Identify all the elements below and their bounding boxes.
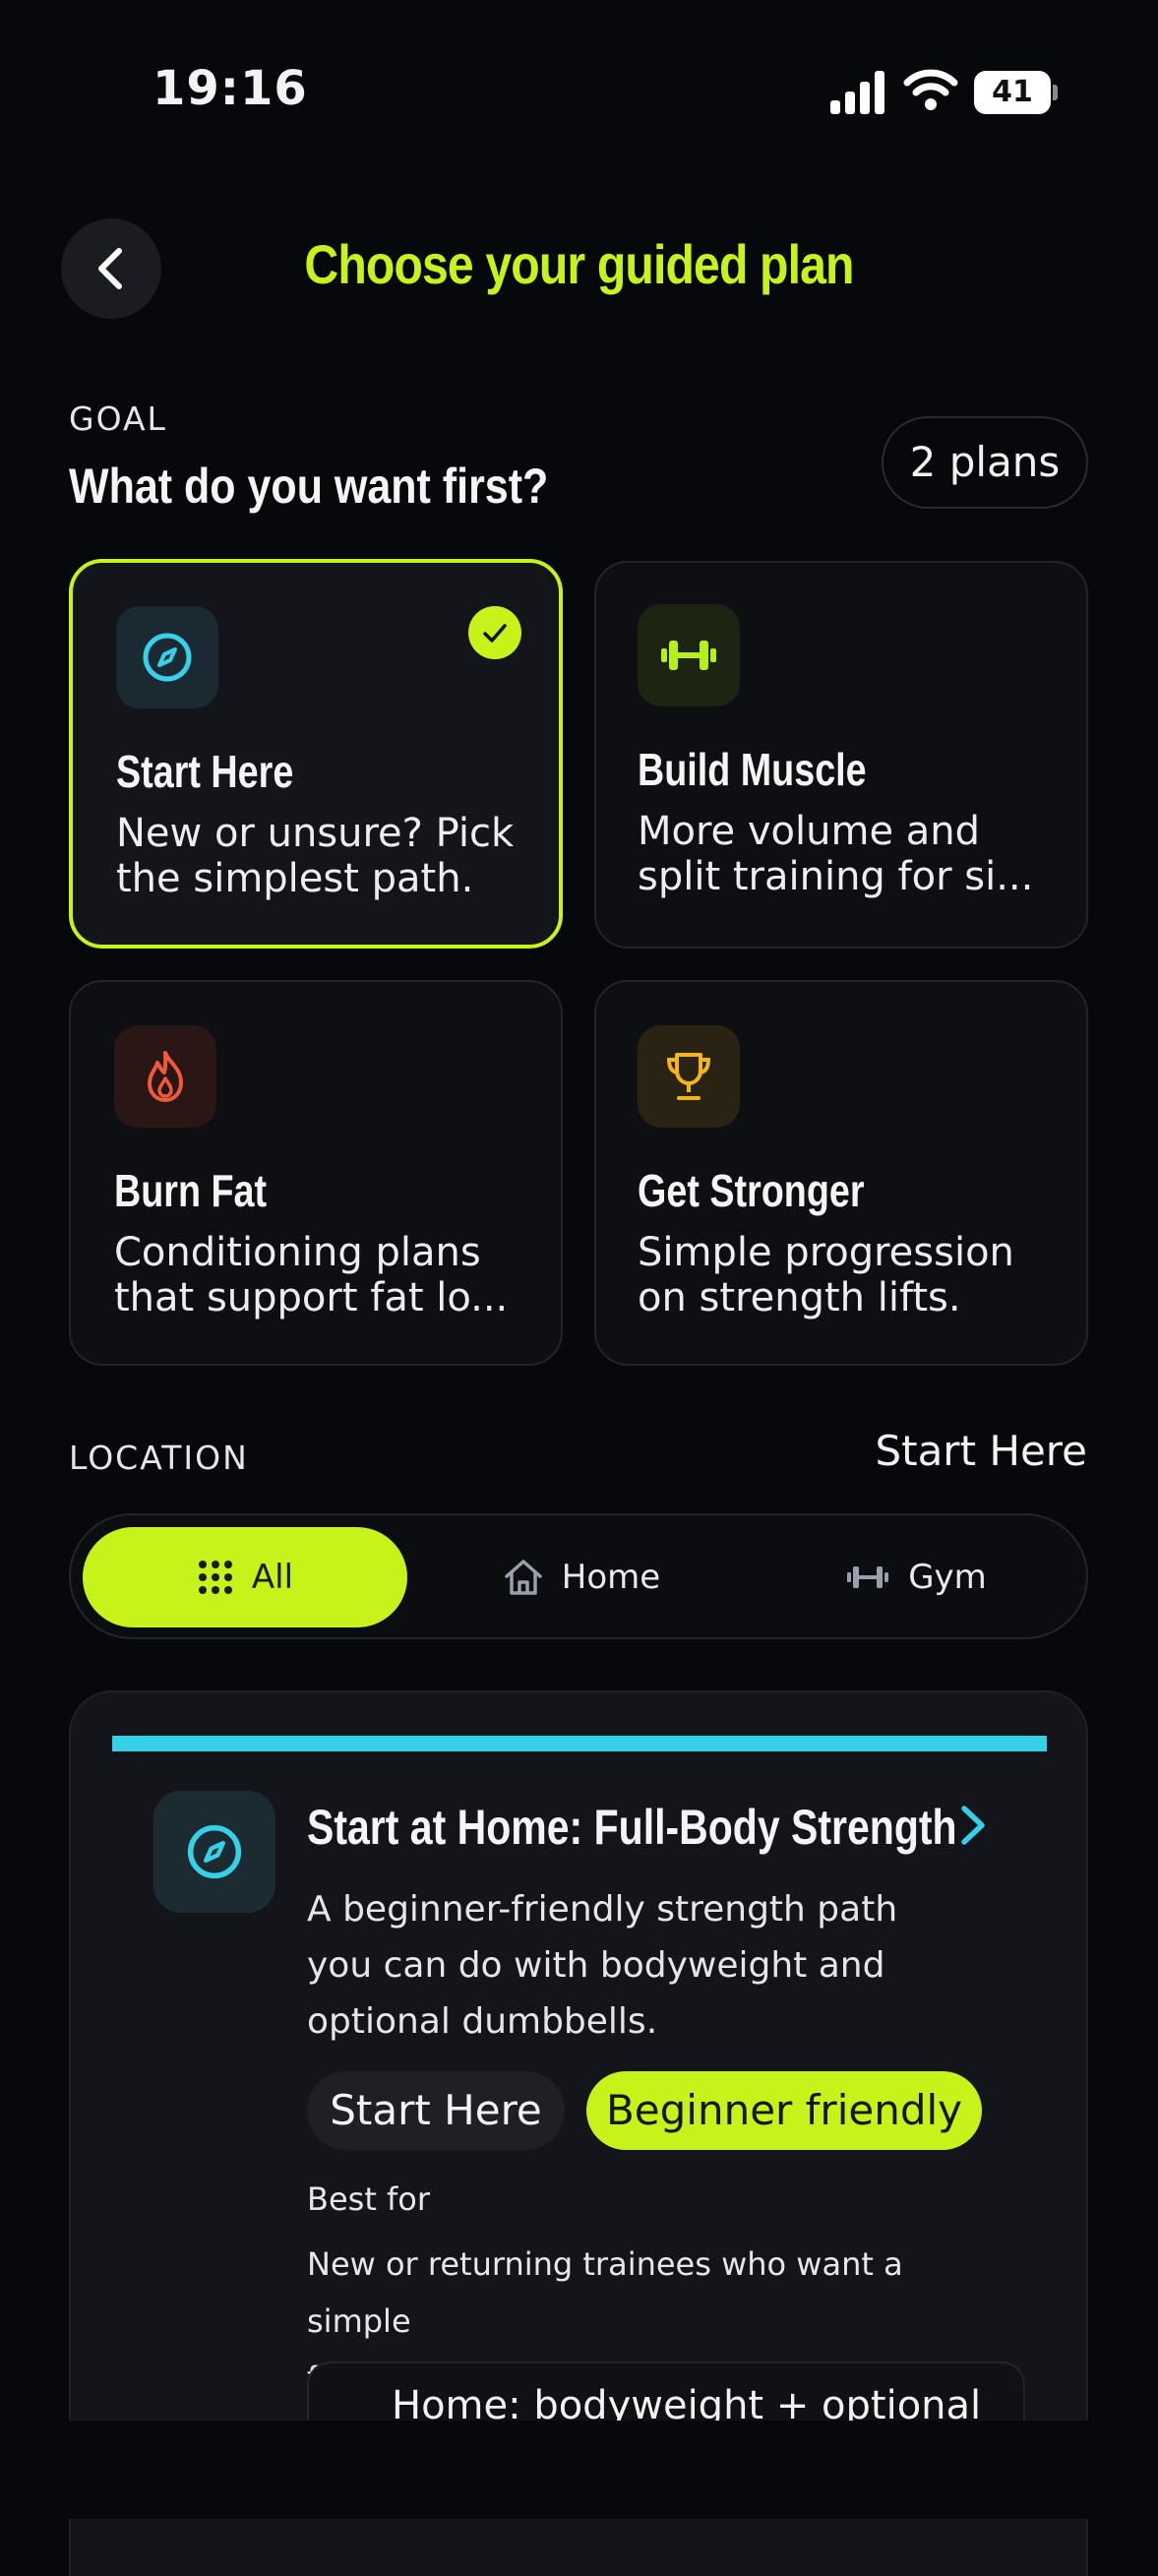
goal-card-start-here[interactable]: Start Here New or unsure? Pick the simpl… <box>69 559 563 949</box>
plan-icon-box <box>153 1791 275 1913</box>
goal-card-title: Build Muscle <box>638 744 867 795</box>
goal-card-title: Burn Fat <box>114 1165 268 1216</box>
goal-card-description-line: on strength lifts. <box>638 1275 961 1320</box>
page-title: Choose your guided plan <box>304 233 854 295</box>
goal-icon-box <box>114 1025 216 1128</box>
plan-accent-bar <box>112 1736 1047 1751</box>
best-for-line: New or returning trainees who want a sim… <box>307 2245 903 2340</box>
location-tab-label: All <box>251 1558 294 1597</box>
location-tab-all[interactable]: All <box>83 1527 407 1627</box>
goal-card-description-line: Simple progression <box>638 1230 1014 1275</box>
location-active-goal: Start Here <box>875 1427 1087 1475</box>
trophy-icon <box>666 1053 711 1100</box>
flame-icon <box>148 1051 183 1102</box>
goal-card-description: Conditioning plans that support fat lo..… <box>114 1230 527 1320</box>
goal-card-description: Simple progression on strength lifts. <box>638 1230 1051 1320</box>
battery-cap <box>1053 85 1058 100</box>
plan-description-line: optional dumbbells. <box>307 2001 658 2042</box>
compass-icon <box>143 633 192 682</box>
status-bar: 19:16 41 <box>0 0 1158 187</box>
plan-description: A beginner-friendly strength path you ca… <box>307 1881 996 2050</box>
goal-icon-box <box>638 1025 740 1128</box>
compass-icon <box>187 1824 242 1879</box>
grid-icon <box>198 1561 232 1594</box>
goal-card-description-line: split training for si... <box>638 854 1034 899</box>
dumbbell-icon <box>847 1566 889 1588</box>
goal-card-description-line: that support fat lo... <box>114 1275 509 1320</box>
location-tab-label: Home <box>561 1558 661 1597</box>
goal-card-title: Get Stronger <box>638 1165 865 1216</box>
home-icon <box>505 1560 542 1595</box>
wifi-icon <box>903 69 958 110</box>
battery-indicator: 41 <box>974 71 1058 114</box>
bottom-area <box>0 2421 1158 2519</box>
goal-section-label: GOAL <box>69 399 167 438</box>
battery-level: 41 <box>992 75 1033 109</box>
location-segmented-control: All Home Gym <box>69 1513 1088 1639</box>
plans-count-badge: 2 plans <box>882 416 1088 509</box>
goal-card-title: Start Here <box>116 746 294 797</box>
dumbbell-icon <box>661 641 716 670</box>
status-time: 19:16 <box>152 61 308 116</box>
location-tab-label: Gym <box>908 1558 987 1597</box>
goal-card-get-stronger[interactable]: Get Stronger Simple progression on stren… <box>594 980 1088 1366</box>
goal-card-description: More volume and split training for si... <box>638 809 1051 899</box>
goal-icon-box <box>638 604 740 706</box>
goal-card-description-line: the simplest path. <box>116 856 474 901</box>
goal-card-burn-fat[interactable]: Burn Fat Conditioning plans that support… <box>69 980 563 1366</box>
goal-card-description-line: New or unsure? Pick <box>116 811 515 856</box>
chevron-right-icon[interactable] <box>956 1803 990 1848</box>
plan-description-line: you can do with bodyweight and <box>307 1945 885 1986</box>
location-tab-home[interactable]: Home <box>419 1527 744 1627</box>
location-section-label: LOCATION <box>69 1439 249 1477</box>
plan-description-line: A beginner-friendly strength path <box>307 1889 898 1930</box>
selected-check-icon <box>468 606 521 659</box>
best-for-label: Best for <box>307 2180 431 2218</box>
goal-card-description-line: More volume and <box>638 809 981 854</box>
cellular-signal-icon <box>830 71 884 114</box>
goal-card-build-muscle[interactable]: Build Muscle More volume and split train… <box>594 561 1088 949</box>
goal-icon-box <box>116 606 218 708</box>
goal-card-description: New or unsure? Pick the simplest path. <box>116 811 529 901</box>
goal-question: What do you want first? <box>69 459 549 514</box>
plan-tag-goal: Start Here <box>307 2071 565 2150</box>
plan-tag-level: Beginner friendly <box>586 2071 982 2150</box>
location-tab-gym[interactable]: Gym <box>754 1527 1078 1627</box>
plan-title: Start at Home: Full-Body Strength <box>307 1800 957 1855</box>
goal-card-description-line: Conditioning plans <box>114 1230 481 1275</box>
